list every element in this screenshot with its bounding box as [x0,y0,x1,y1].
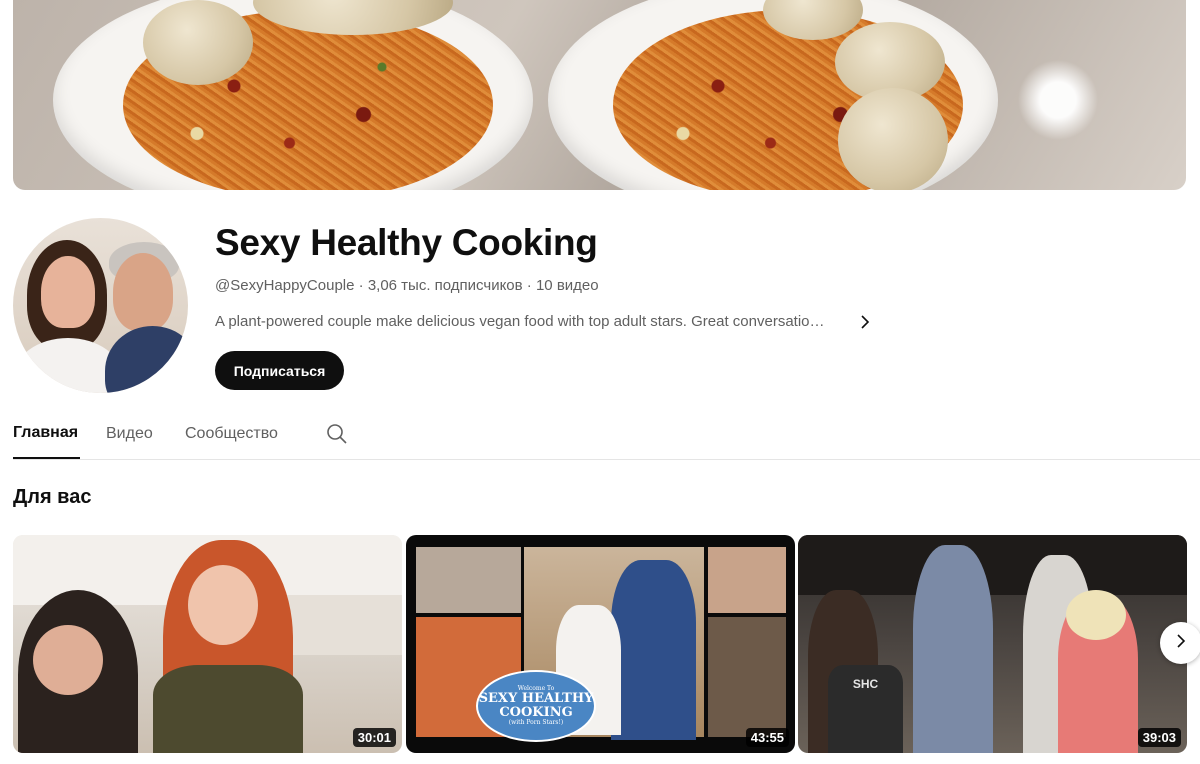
video-thumbnail[interactable]: 30:01 [13,535,402,753]
thumb-logo-badge: Welcome To SEXY HEALTHY COOKING (with Po… [476,670,596,742]
thumb-person-face [33,625,103,695]
thumb-person-top [153,665,303,753]
avatar-face-man [113,253,173,331]
thumb-collage-tile [708,617,786,737]
description-text: A plant-powered couple make delicious ve… [215,313,825,330]
logo-line: SEXY HEALTHY [478,691,594,707]
subscribe-button[interactable]: Подписаться [215,351,344,390]
channel-title: Sexy Healthy Cooking [215,222,598,263]
meta-separator: · [354,277,368,294]
channel-meta: @SexyHappyCouple · 3,06 тыс. подписчиков… [215,277,599,294]
chevron-right-icon[interactable] [855,312,875,332]
thumb-person-face [188,565,258,645]
channel-tabs: Главная Видео Сообщество [13,409,1200,460]
thumb-collage-tile [708,547,786,613]
logo-line: COOKING [499,705,573,720]
avatar-shirt-man [105,326,188,393]
thumb-person-man [611,560,696,740]
section-title: Для вас [13,486,92,508]
meta-separator: · [522,277,536,294]
channel-description[interactable]: A plant-powered couple make delicious ve… [215,313,875,330]
tab-videos[interactable]: Видео [106,409,153,459]
thumb-person-hair [1066,590,1126,640]
tab-community[interactable]: Сообщество [185,409,278,459]
video-count: 10 видео [535,277,599,294]
video-duration: 43:55 [745,728,789,747]
video-thumbnail[interactable]: Welcome To SEXY HEALTHY COOKING (with Po… [406,535,795,753]
thumb-person [913,545,993,753]
channel-banner [13,0,1186,190]
subscriber-count: 3,06 тыс. подписчиков [367,277,523,294]
search-icon[interactable] [325,422,349,446]
avatar-face-woman [41,256,95,328]
video-duration: 30:01 [352,728,396,747]
tab-home[interactable]: Главная [13,409,80,459]
banner-falafel [143,0,253,85]
thumb-collage-tile [416,547,521,613]
banner-falafel [838,88,948,190]
video-thumbnail[interactable]: SHC 39:03 [798,535,1187,753]
thumb-apron: SHC [828,665,903,753]
logo-line: (with Porn Stars!) [508,718,564,726]
video-duration: 39:03 [1137,728,1181,747]
channel-handle: @SexyHappyCouple [215,277,355,294]
thumb-cabinets [798,535,1187,595]
chevron-right-icon [1174,633,1188,654]
carousel-next-button[interactable] [1160,622,1200,664]
channel-avatar[interactable] [13,218,188,393]
